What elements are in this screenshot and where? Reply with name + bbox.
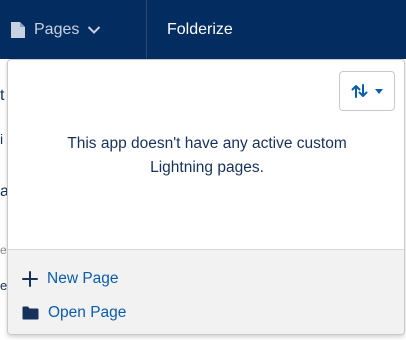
plus-icon bbox=[22, 271, 38, 287]
page-icon bbox=[11, 21, 25, 38]
new-page-link[interactable]: New Page bbox=[22, 270, 119, 288]
pages-menu-label: Pages bbox=[34, 20, 80, 38]
empty-state-message: This app doesn't have any active custom … bbox=[67, 135, 347, 176]
sort-icon bbox=[351, 84, 368, 98]
nav-divider bbox=[146, 0, 147, 59]
pages-menu-trigger[interactable]: Pages bbox=[10, 0, 101, 59]
sort-button[interactable] bbox=[339, 71, 395, 111]
panel-footer: New Page Open Page bbox=[8, 249, 404, 334]
top-nav-bar: Pages Folderize bbox=[0, 0, 406, 59]
open-page-label: Open Page bbox=[48, 304, 127, 321]
open-page-link[interactable]: Open Page bbox=[22, 304, 126, 322]
caret-down-icon bbox=[375, 88, 383, 94]
new-page-label: New Page bbox=[47, 270, 119, 287]
chevron-down-icon bbox=[88, 25, 101, 34]
app-name: Folderize bbox=[167, 20, 233, 38]
pages-dropdown-panel: This app doesn't have any active custom … bbox=[7, 59, 405, 335]
folder-icon bbox=[22, 306, 39, 320]
